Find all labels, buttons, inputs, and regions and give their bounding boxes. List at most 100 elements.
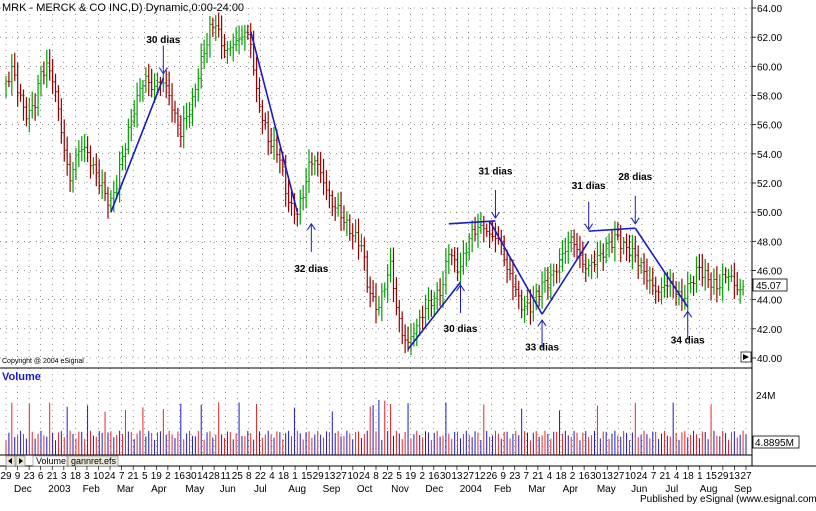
x-day-label: 21 xyxy=(532,471,544,482)
volume-axis-tick: 24M xyxy=(756,391,775,402)
x-day-label: 7 xyxy=(651,471,657,482)
last-price-label: 45.07 xyxy=(756,281,781,292)
x-day-label: 21 xyxy=(47,471,59,482)
x-day-label: 5 xyxy=(142,471,148,482)
x-day-label: 13 xyxy=(602,471,614,482)
x-day-label: 19 xyxy=(405,471,417,482)
x-day-label: 29 xyxy=(717,471,729,482)
cycle-label: 30 dias xyxy=(444,324,478,335)
x-month-label: Sep xyxy=(734,484,752,495)
x-month-label: Oct xyxy=(357,484,373,495)
x-day-label: 29 xyxy=(0,471,12,482)
x-day-label: 18 xyxy=(70,471,82,482)
x-day-label: 3 xyxy=(84,471,90,482)
x-day-label: 25 xyxy=(232,471,244,482)
x-month-label: May xyxy=(597,484,616,495)
x-day-label: 16 xyxy=(428,471,440,482)
x-month-label: Nov xyxy=(391,484,409,495)
x-day-label: 1 xyxy=(697,471,703,482)
x-day-label: 21 xyxy=(128,471,140,482)
x-day-label: 18 xyxy=(683,471,695,482)
price-chart: 30 dias 32 dias 30 dias 31 dias 33 dias 31 di… xyxy=(0,0,816,506)
x-day-label: 6 xyxy=(38,471,44,482)
right-arrow-icon[interactable] xyxy=(15,455,26,467)
copyright-text: Copyright @ 2004 eSignal xyxy=(2,358,84,365)
x-day-label: 29 xyxy=(313,471,325,482)
x-day-label: 24 xyxy=(359,471,371,482)
x-day-label: 23 xyxy=(509,471,521,482)
x-month-label: Apr xyxy=(563,484,579,495)
x-day-label: 9 xyxy=(15,471,21,482)
x-month-label: Jul xyxy=(665,484,678,495)
x-day-label: 16 xyxy=(579,471,591,482)
y-tick-label: 40.00 xyxy=(757,354,782,365)
x-day-label: 19 xyxy=(151,471,163,482)
x-month-label: Mar xyxy=(528,484,546,495)
x-day-label: 18 xyxy=(555,471,567,482)
x-day-label: 5 xyxy=(396,471,402,482)
x-day-label: 12 xyxy=(475,471,487,482)
x-day-label: 8 xyxy=(373,471,379,482)
x-day-label: 7 xyxy=(119,471,125,482)
x-month-label: Dec xyxy=(425,484,443,495)
x-day-label: 27 xyxy=(613,471,625,482)
x-month-label: Aug xyxy=(700,484,718,495)
tab-gannret[interactable]: gannret.efs xyxy=(67,455,119,467)
x-day-label: 4 xyxy=(547,471,553,482)
svg-text:Volume: Volume xyxy=(36,456,66,466)
x-day-label: 9 xyxy=(500,471,506,482)
x-day-label: 10 xyxy=(347,471,359,482)
y-tick-label: 50.00 xyxy=(757,208,782,219)
y-tick-label: 48.00 xyxy=(757,237,782,248)
y-tick-label: 58.00 xyxy=(757,92,782,103)
x-month-label: Feb xyxy=(494,484,512,495)
x-day-label: 10 xyxy=(93,471,105,482)
x-month-label: Mar xyxy=(117,484,135,495)
x-day-label: 13 xyxy=(451,471,463,482)
x-day-label: 1 xyxy=(292,471,298,482)
x-day-label: 26 xyxy=(486,471,498,482)
x-day-label: 27 xyxy=(463,471,475,482)
x-month-label: Jul xyxy=(254,484,267,495)
x-day-label: 24 xyxy=(636,471,648,482)
x-day-label: 14 xyxy=(197,471,209,482)
x-day-label: 30 xyxy=(185,471,197,482)
x-day-label: 2 xyxy=(165,471,171,482)
x-day-label: 10 xyxy=(625,471,637,482)
x-day-label: 30 xyxy=(440,471,452,482)
y-tick-label: 52.00 xyxy=(757,179,782,190)
volume-last-label: 4.8895M xyxy=(755,438,794,449)
x-day-label: 8 xyxy=(246,471,252,482)
x-day-label: 23 xyxy=(24,471,36,482)
cycle-label: 30 dias xyxy=(146,35,180,46)
y-tick-label: 64.00 xyxy=(757,4,782,15)
x-month-label: Dec xyxy=(14,484,32,495)
left-arrow-icon[interactable] xyxy=(5,455,16,467)
x-day-label: 15 xyxy=(301,471,313,482)
y-tick-label: 56.00 xyxy=(757,121,782,132)
x-day-label: 11 xyxy=(220,471,231,482)
x-day-label: 18 xyxy=(278,471,290,482)
x-day-label: 7 xyxy=(524,471,530,482)
scroll-right-icon[interactable] xyxy=(740,351,752,363)
x-day-label: 13 xyxy=(324,471,336,482)
cycle-label: 31 dias xyxy=(572,181,606,192)
x-month-label: Jun xyxy=(220,484,236,495)
x-day-label: 16 xyxy=(174,471,186,482)
svg-text:gannret.efs: gannret.efs xyxy=(71,456,117,466)
tab-volume[interactable]: Volume xyxy=(32,455,68,467)
x-day-label: 13 xyxy=(729,471,741,482)
x-month-label: Aug xyxy=(288,484,306,495)
x-day-label: 4 xyxy=(674,471,680,482)
volume-title: Volume xyxy=(2,371,41,383)
x-month-label: Apr xyxy=(151,484,167,495)
cycle-label: 33 dias xyxy=(525,343,559,354)
x-day-label: 3 xyxy=(61,471,67,482)
y-tick-label: 60.00 xyxy=(757,62,782,73)
cycle-label: 32 dias xyxy=(294,264,328,275)
y-tick-label: 62.00 xyxy=(757,33,782,44)
y-tick-label: 54.00 xyxy=(757,150,782,161)
x-day-label: 22 xyxy=(382,471,394,482)
x-day-label: 27 xyxy=(336,471,348,482)
y-tick-label: 46.00 xyxy=(757,267,782,278)
